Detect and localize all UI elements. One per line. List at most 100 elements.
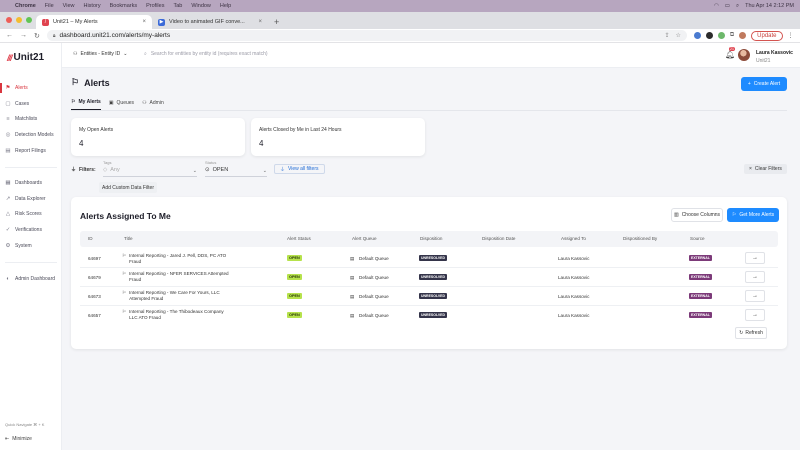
add-custom-data-filter-button[interactable]: Add Custom Data Filter — [99, 182, 157, 193]
bookmark-star-icon[interactable]: ☆ — [675, 32, 680, 39]
extension-icon[interactable] — [717, 32, 725, 39]
open-alert-arrow-icon[interactable]: → — [745, 309, 765, 321]
menu-help[interactable]: Help — [220, 3, 231, 9]
quick-navigate-hint[interactable]: Quick Navigate ⌘ + K — [5, 422, 44, 427]
stat-label: Alerts Closed by Me in Last 24 Hours — [259, 127, 342, 133]
entity-selector-label: Entities - Entity ID — [80, 51, 121, 57]
sidebar-item-risk-scores[interactable]: △ Risk Scores — [0, 208, 62, 220]
sidebar-item-report-filings[interactable]: ▤ Report Filings — [0, 145, 62, 157]
alert-id: 64657 — [88, 313, 101, 318]
column-header[interactable]: Title — [124, 236, 133, 241]
tab-admin[interactable]: ⚇ Admin — [142, 99, 164, 110]
alert-title[interactable]: ⚐ Internal Reporting - Jared J. Pell, DD… — [122, 253, 232, 265]
entity-search-input[interactable]: ⌕ Search for entities by entity id (requ… — [144, 51, 268, 57]
extension-icon[interactable] — [705, 32, 713, 39]
status-value-text: OPEN — [212, 167, 229, 173]
menu-bookmarks[interactable]: Bookmarks — [110, 3, 138, 9]
entity-type-selector[interactable]: ⚇ Entities - Entity ID ⌄ — [73, 51, 127, 57]
close-tab-icon[interactable]: × — [258, 19, 262, 25]
table-row[interactable]: 64679 ⚐ Internal Reporting - NFER SERVIC… — [80, 268, 778, 287]
profile-avatar[interactable] — [739, 32, 747, 39]
sidebar-item-admin-dashboard[interactable]: ◐ Admin Dashboard — [0, 273, 62, 285]
unit21-logo[interactable]: /// Unit21 — [7, 52, 44, 63]
status-filter-select[interactable]: Status ⊙ OPEN ⌄ — [205, 160, 267, 177]
open-alert-arrow-icon[interactable]: → — [745, 290, 765, 302]
reload-icon[interactable]: ↻ — [34, 32, 40, 40]
table-row[interactable]: 64657 ⚐ Internal Reporting - The Thibode… — [80, 306, 778, 325]
open-alert-arrow-icon[interactable]: → — [745, 252, 765, 264]
minimize-sidebar-button[interactable]: ⇤ Minimize — [5, 436, 32, 442]
address-bar[interactable]: 🔒︎ dashboard.unit21.com/alerts/my-alerts… — [46, 30, 687, 41]
tab-my-alerts[interactable]: ⚐ My Alerts — [71, 99, 101, 110]
column-header[interactable]: Disposition Date — [482, 236, 515, 241]
close-tab-icon[interactable]: × — [142, 19, 146, 25]
column-header[interactable]: Dispositioned By — [623, 236, 657, 241]
wifi-icon[interactable]: ◠ — [714, 3, 719, 9]
lock-icon[interactable]: 🔒︎ — [53, 33, 56, 39]
menu-window[interactable]: Window — [191, 3, 211, 9]
choose-columns-button[interactable]: ▥ Choose Columns — [671, 208, 723, 222]
sidebar-item-dashboards[interactable]: ▦ Dashboards — [0, 177, 62, 189]
browser-tab-gif[interactable]: ▶ Video to animated GIF conve... × — [152, 15, 268, 29]
search-icon[interactable]: ⌕ — [736, 3, 739, 10]
open-alert-arrow-icon[interactable]: → — [745, 271, 765, 283]
get-more-label: Get More Alerts — [739, 212, 775, 218]
column-header[interactable]: Alert Status — [287, 236, 311, 241]
sidebar-item-verifications[interactable]: ✓ Verifications — [0, 224, 62, 236]
clear-filters-button[interactable]: × Clear Filters — [744, 164, 787, 174]
tags-filter-select[interactable]: Tags ◇ Any ⌄ — [103, 160, 197, 177]
column-header[interactable]: Alert Queue — [352, 236, 377, 241]
alert-title[interactable]: ⚐ Internal Reporting - NFER SERVICES Att… — [122, 271, 232, 283]
sidebar-item-matchlists[interactable]: ≡ Matchlists — [0, 113, 62, 125]
list-icon: ≡ — [6, 116, 10, 122]
zoom-window-icon[interactable] — [26, 17, 32, 23]
menu-profiles[interactable]: Profiles — [146, 3, 164, 9]
minimize-window-icon[interactable] — [16, 17, 22, 23]
alert-title[interactable]: ⚐ Internal Reporting - The Thibodeaux Co… — [122, 309, 232, 321]
column-header[interactable]: ID — [88, 236, 93, 241]
get-more-alerts-button[interactable]: ⚐ Get More Alerts — [727, 208, 779, 222]
sidebar-item-label: System — [15, 243, 32, 249]
puzzle-icon[interactable]: ⧉ — [730, 32, 734, 39]
new-tab-icon[interactable]: + — [268, 17, 285, 29]
browser-tab-unit21[interactable]: / Unit21 – My Alerts × — [36, 15, 152, 29]
create-alert-button[interactable]: + Create Alert — [741, 77, 787, 91]
alerts-table-card: Alerts Assigned To Me ▥ Choose Columns ⚐… — [71, 197, 787, 349]
menu-history[interactable]: History — [83, 3, 100, 9]
back-icon[interactable]: ← — [6, 32, 13, 39]
tab-queues[interactable]: ▣ Queues — [109, 99, 134, 110]
column-header[interactable]: Source — [690, 236, 705, 241]
stat-value: 4 — [259, 139, 264, 148]
menu-file[interactable]: File — [45, 3, 54, 9]
user-avatar[interactable] — [738, 49, 750, 61]
menu-clock[interactable]: Thu Apr 14 2:12 PM — [745, 3, 794, 9]
tab-title: Unit21 – My Alerts — [53, 19, 98, 25]
sidebar-item-cases[interactable]: ▢ Cases — [0, 98, 62, 110]
close-window-icon[interactable] — [6, 17, 12, 23]
sidebar-item-detection-models[interactable]: ◎ Detection Models — [0, 129, 62, 141]
sidebar-item-data-explorer[interactable]: ↗ Data Explorer — [0, 193, 62, 205]
column-header[interactable]: Assigned To — [561, 236, 586, 241]
user-menu[interactable]: Laura Kassovic Unit21 — [756, 50, 793, 64]
update-button[interactable]: Update — [751, 30, 783, 41]
refresh-button[interactable]: ↻ Refresh — [735, 327, 767, 339]
table-row[interactable]: 64697 ⚐ Internal Reporting - Jared J. Pe… — [80, 249, 778, 268]
stat-card-alerts-closed: Alerts Closed by Me in Last 24 Hours 4 — [251, 118, 425, 156]
menu-tab[interactable]: Tab — [173, 3, 182, 9]
menu-chrome[interactable]: Chrome — [15, 3, 36, 9]
notifications-button[interactable]: 🔔︎ 21 — [725, 47, 735, 59]
view-all-filters-button[interactable]: ⏚ View all filters — [274, 164, 325, 174]
battery-icon[interactable]: ▭ — [725, 3, 730, 9]
forward-icon[interactable]: → — [20, 32, 27, 39]
alert-title[interactable]: ⚐ Internal Reporting - We Care For Yours… — [122, 290, 232, 302]
column-header[interactable]: Disposition — [420, 236, 442, 241]
sidebar-item-system[interactable]: ⚙ System — [0, 240, 62, 252]
extension-icon[interactable] — [693, 32, 701, 39]
stat-value: 4 — [79, 139, 84, 148]
menu-view[interactable]: View — [63, 3, 75, 9]
flag-icon: ⚑ — [5, 85, 11, 91]
share-icon[interactable]: ⇪ — [664, 32, 669, 39]
table-row[interactable]: 64673 ⚐ Internal Reporting - We Care For… — [80, 287, 778, 306]
sidebar-item-alerts[interactable]: ⚑ Alerts — [0, 82, 62, 94]
kebab-menu-icon[interactable]: ⋮ — [788, 32, 794, 39]
